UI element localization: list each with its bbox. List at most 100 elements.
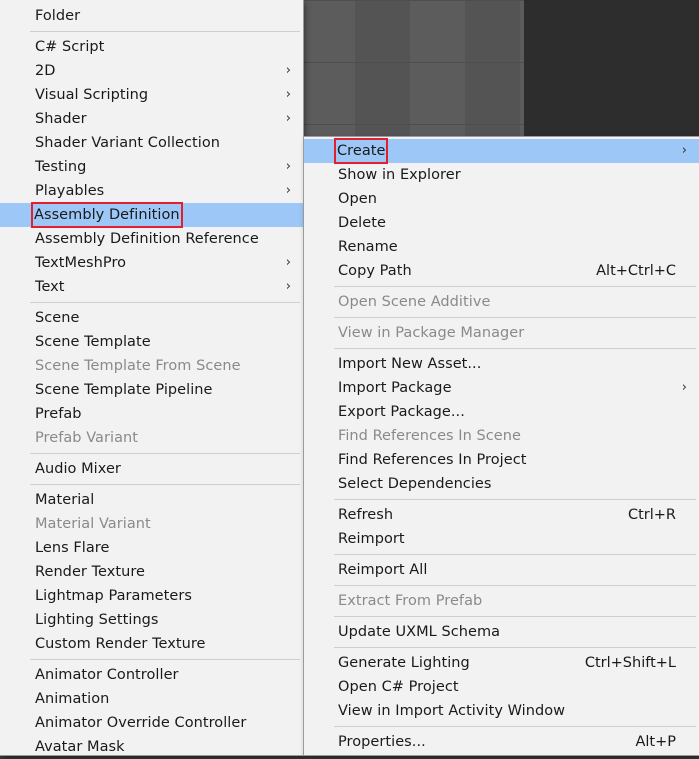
menu-item-playables[interactable]: Playables › [0, 179, 303, 203]
menu-item-reimport-all[interactable]: Reimport All [304, 558, 699, 582]
menu-item-text[interactable]: Text › [0, 275, 303, 299]
menu-item-scene-template-from-scene: Scene Template From Scene [0, 354, 303, 378]
menu-item-scene-template[interactable]: Scene Template [0, 330, 303, 354]
menu-item-find-references-in-project[interactable]: Find References In Project [304, 448, 699, 472]
menu-item-label: Text [35, 279, 65, 295]
chevron-right-icon: › [681, 143, 687, 158]
menu-item-folder[interactable]: Folder [0, 4, 303, 28]
menu-item-custom-render-texture[interactable]: Custom Render Texture [0, 632, 303, 656]
menu-item-label: Find References In Project [338, 452, 527, 468]
menu-item-properties[interactable]: Properties... Alt+P [304, 730, 699, 754]
menu-separator [334, 554, 696, 555]
menu-item-select-dependencies[interactable]: Select Dependencies [304, 472, 699, 496]
menu-item-material-variant: Material Variant [0, 512, 303, 536]
chevron-right-icon: › [285, 87, 291, 102]
menu-separator [334, 317, 696, 318]
menu-separator [334, 499, 696, 500]
menu-separator [30, 659, 300, 660]
menu-item-label: Import New Asset... [338, 356, 482, 372]
menu-item-label: Animator Controller [35, 667, 179, 683]
menu-item-import-package[interactable]: Import Package › [304, 376, 699, 400]
menu-item-assembly-definition[interactable]: Assembly Definition [0, 202, 303, 228]
menu-item-label: Assembly Definition [31, 202, 183, 228]
menu-item-create[interactable]: Create › [304, 138, 699, 164]
menu-item-2d[interactable]: 2D › [0, 59, 303, 83]
menu-item-scene[interactable]: Scene [0, 306, 303, 330]
menu-item-label: Copy Path [338, 263, 412, 279]
menu-item-update-uxml-schema[interactable]: Update UXML Schema [304, 620, 699, 644]
menu-separator [334, 647, 696, 648]
menu-item-label: Testing [35, 159, 87, 175]
menu-item-view-in-package-manager: View in Package Manager [304, 321, 699, 345]
menu-item-label: Open Scene Additive [338, 294, 491, 310]
menu-item-label: Lightmap Parameters [35, 588, 192, 604]
menu-item-scene-template-pipeline[interactable]: Scene Template Pipeline [0, 378, 303, 402]
shortcut-label: Ctrl+Shift+L [584, 655, 676, 671]
menu-item-assembly-definition-reference[interactable]: Assembly Definition Reference [0, 227, 303, 251]
chevron-right-icon: › [285, 279, 291, 294]
menu-item-csharp-script[interactable]: C# Script [0, 35, 303, 59]
chevron-right-icon: › [285, 63, 291, 78]
menu-item-label: Find References In Scene [338, 428, 521, 444]
chevron-right-icon: › [285, 159, 291, 174]
menu-item-lightmap-parameters[interactable]: Lightmap Parameters [0, 584, 303, 608]
menu-item-export-package[interactable]: Export Package... [304, 400, 699, 424]
menu-item-lens-flare[interactable]: Lens Flare [0, 536, 303, 560]
menu-item-shader[interactable]: Shader › [0, 107, 303, 131]
menu-separator [30, 31, 300, 32]
menu-item-animation[interactable]: Animation [0, 687, 303, 711]
project-context-menu: Create › Show in Explorer Open Delete Re… [304, 137, 699, 755]
menu-item-testing[interactable]: Testing › [0, 155, 303, 179]
menu-item-label: Prefab [35, 406, 82, 422]
menu-item-lighting-settings[interactable]: Lighting Settings [0, 608, 303, 632]
menu-item-label: Create [333, 138, 389, 164]
menu-item-show-in-explorer[interactable]: Show in Explorer [304, 163, 699, 187]
menu-separator [334, 348, 696, 349]
menu-item-label: Lighting Settings [35, 612, 159, 628]
menu-item-label: Update UXML Schema [338, 624, 501, 640]
menu-item-label: Scene Template Pipeline [35, 382, 213, 398]
shortcut-label: Alt+Ctrl+C [596, 263, 676, 279]
scene-dark-panel [524, 0, 699, 140]
menu-item-reimport[interactable]: Reimport [304, 527, 699, 551]
menu-item-label: Avatar Mask [35, 739, 125, 755]
menu-item-label: Audio Mixer [35, 461, 121, 477]
menu-item-refresh[interactable]: Refresh Ctrl+R [304, 503, 699, 527]
menu-item-material[interactable]: Material [0, 488, 303, 512]
menu-item-textmeshpro[interactable]: TextMeshPro › [0, 251, 303, 275]
menu-item-shader-variant-collection[interactable]: Shader Variant Collection [0, 131, 303, 155]
menu-item-label: Shader Variant Collection [35, 135, 220, 151]
menu-item-label: Custom Render Texture [35, 636, 206, 652]
menu-item-rename[interactable]: Rename [304, 235, 699, 259]
menu-separator [30, 484, 300, 485]
menu-item-delete[interactable]: Delete [304, 211, 699, 235]
menu-item-prefab[interactable]: Prefab [0, 402, 303, 426]
menu-item-label: Export Package... [338, 404, 465, 420]
menu-item-label: Rename [338, 239, 398, 255]
shortcut-label: Alt+P [635, 734, 676, 750]
menu-item-open[interactable]: Open [304, 187, 699, 211]
menu-item-audio-mixer[interactable]: Audio Mixer [0, 457, 303, 481]
menu-item-prefab-variant: Prefab Variant [0, 426, 303, 450]
menu-item-label: Playables [35, 183, 105, 199]
menu-item-avatar-mask[interactable]: Avatar Mask [0, 735, 303, 759]
menu-item-open-csharp-project[interactable]: Open C# Project [304, 675, 699, 699]
menu-item-label: Reimport [338, 531, 405, 547]
menu-item-animator-controller[interactable]: Animator Controller [0, 663, 303, 687]
menu-item-render-texture[interactable]: Render Texture [0, 560, 303, 584]
menu-item-generate-lighting[interactable]: Generate Lighting Ctrl+Shift+L [304, 651, 699, 675]
menu-item-import-new-asset[interactable]: Import New Asset... [304, 352, 699, 376]
menu-item-label: Extract From Prefab [338, 593, 483, 609]
menu-item-animator-override-controller[interactable]: Animator Override Controller [0, 711, 303, 735]
menu-item-label: Folder [35, 8, 81, 24]
menu-item-view-in-import-activity-window[interactable]: View in Import Activity Window [304, 699, 699, 723]
chevron-right-icon: › [681, 380, 687, 395]
menu-item-label: C# Script [35, 39, 105, 55]
menu-item-label: Material Variant [35, 516, 151, 532]
menu-item-visual-scripting[interactable]: Visual Scripting › [0, 83, 303, 107]
menu-item-label: Scene [35, 310, 80, 326]
menu-item-copy-path[interactable]: Copy Path Alt+Ctrl+C [304, 259, 699, 283]
menu-separator [334, 616, 696, 617]
menu-item-label: Scene Template [35, 334, 151, 350]
create-submenu: Folder C# Script 2D › Visual Scripting ›… [0, 0, 303, 755]
